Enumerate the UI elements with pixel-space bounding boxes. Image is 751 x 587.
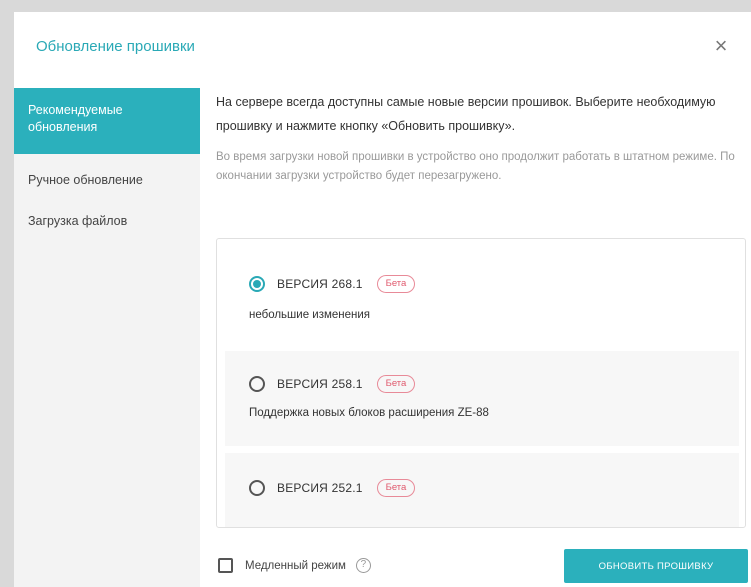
version-name: ВЕРСИЯ 268.1 (277, 277, 363, 291)
close-icon[interactable]: × (709, 34, 733, 58)
beta-badge: Бета (376, 375, 416, 393)
radio-selected-icon[interactable] (249, 276, 265, 292)
radio-icon[interactable] (249, 376, 265, 392)
sidebar-item-file-upload[interactable]: Загрузка файлов (14, 201, 200, 242)
version-name: ВЕРСИЯ 252.1 (277, 481, 363, 495)
sidebar: Рекомендуемые обновления Ручное обновлен… (14, 88, 200, 587)
beta-badge: Бета (376, 479, 416, 497)
content-text: На сервере всегда доступны самые новые в… (216, 90, 746, 186)
update-firmware-button[interactable]: ОБНОВИТЬ ПРОШИВКУ (564, 549, 748, 583)
version-item[interactable]: ВЕРСИЯ 258.1 Бета Поддержка новых блоков… (225, 351, 739, 446)
sidebar-item-recommended-updates[interactable]: Рекомендуемые обновления (14, 88, 200, 154)
intro-text: На сервере всегда доступны самые новые в… (216, 95, 716, 133)
version-item[interactable]: ВЕРСИЯ 268.1 Бета небольшие изменения (225, 243, 739, 343)
version-item[interactable]: ВЕРСИЯ 252.1 Бета (225, 453, 739, 527)
dialog-header: Обновление прошивки × (14, 12, 751, 88)
radio-icon[interactable] (249, 480, 265, 496)
slow-mode-label[interactable]: Медленный режим (245, 560, 346, 572)
note-text: Во время загрузки новой прошивки в устро… (216, 151, 735, 182)
version-name: ВЕРСИЯ 258.1 (277, 377, 363, 391)
version-description: Поддержка новых блоков расширения ZE-88 (249, 407, 489, 419)
sidebar-item-manual-update[interactable]: Ручное обновление (14, 160, 200, 201)
firmware-update-dialog: Обновление прошивки × Рекомендуемые обно… (14, 12, 751, 587)
version-description: небольшие изменения (249, 309, 371, 321)
version-list: ВЕРСИЯ 268.1 Бета небольшие изменения ВЕ… (216, 238, 746, 528)
dialog-title: Обновление прошивки (36, 38, 195, 55)
help-icon[interactable]: ? (355, 558, 371, 573)
slow-mode-option: Медленный режим ? (218, 558, 371, 573)
slow-mode-checkbox[interactable] (218, 558, 233, 573)
beta-badge: Бета (376, 275, 416, 293)
